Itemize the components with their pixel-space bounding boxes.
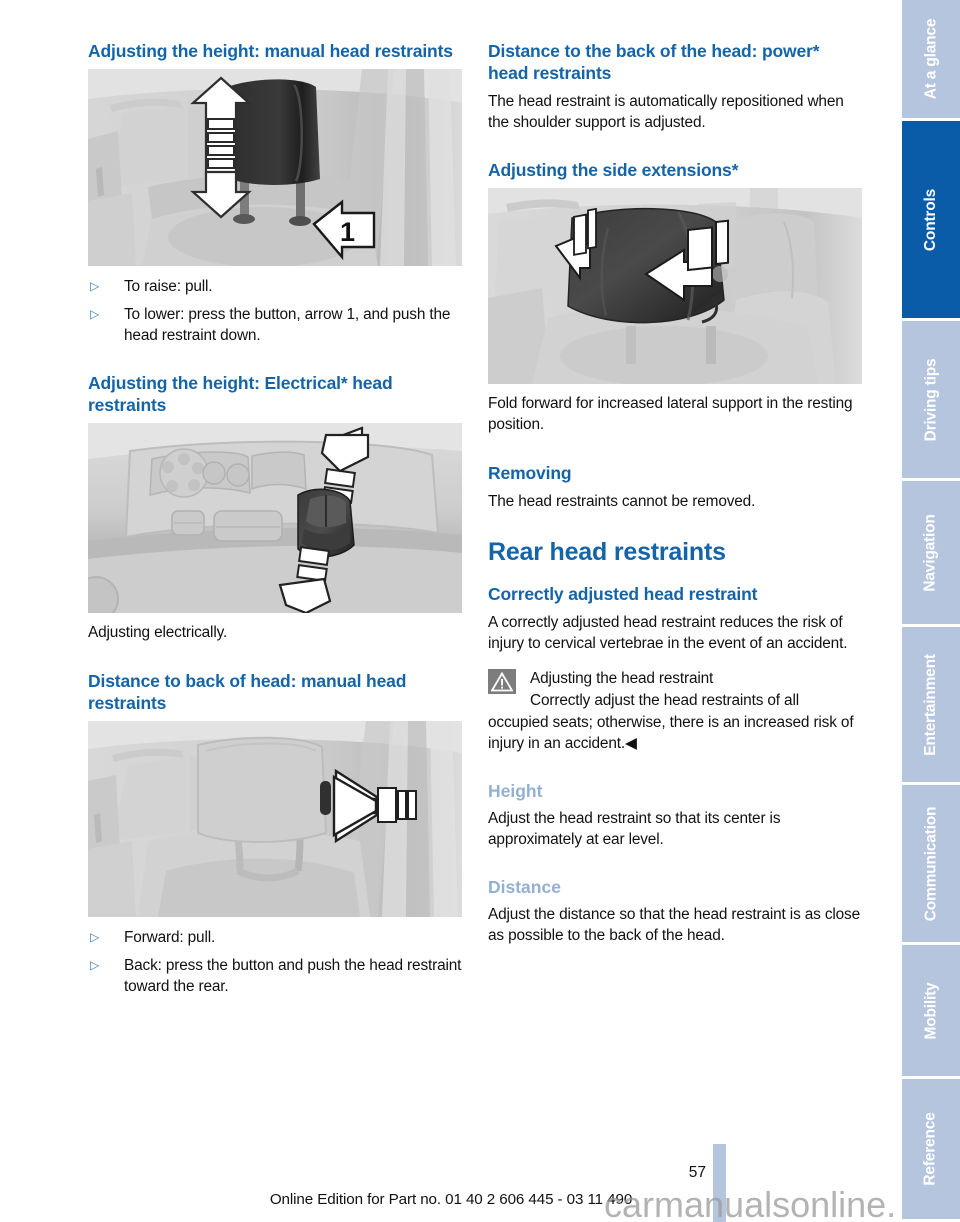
caption-adjusting-electrically: Adjusting electrically. xyxy=(88,624,228,642)
triangle-bullet-icon: ▷ xyxy=(90,957,100,972)
warning-body: Correctly adjust the head restraints of … xyxy=(488,690,862,753)
paragraph-correctly-adjusted: A correctly adjusted head restraint redu… xyxy=(488,614,848,653)
tab-label: Controls xyxy=(922,188,939,251)
left-column: Adjusting the height: manual head restra… xyxy=(88,40,462,1004)
paragraph-distance: Adjust the distance so that the head res… xyxy=(488,906,861,945)
tab-mobility[interactable]: Mobility xyxy=(902,945,960,1079)
tab-at-a-glance[interactable]: At a glance xyxy=(902,0,960,121)
tab-label: Reference xyxy=(922,1112,940,1186)
heading-correctly-adjusted: Correctly adjusted head restraint xyxy=(488,584,758,605)
right-column: Distance to the back of the head: power*… xyxy=(488,40,862,948)
warning-end-mark: ◀ xyxy=(625,734,637,752)
list-item-text: Back: press the button and push the head… xyxy=(124,956,462,995)
heading-distance-back-of-head-manual: Distance to back of head: manual head re… xyxy=(88,670,407,713)
tab-entertainment[interactable]: Entertainment xyxy=(902,627,960,785)
heading-height: Height xyxy=(488,780,543,801)
tab-label: Driving tips xyxy=(922,358,940,441)
manual-head-restraint-height-figure: 1 xyxy=(88,69,462,267)
bullets-distance-manual: ▷ Forward: pull. ▷ Back: press the butto… xyxy=(88,927,462,997)
edition-line: Online Edition for Part no. 01 40 2 606 … xyxy=(269,1191,633,1208)
tab-label: At a glance xyxy=(922,18,939,100)
bullets-height-manual: ▷ To raise: pull. ▷ To lower: press the … xyxy=(88,276,462,346)
heading-adjusting-height-electrical: Adjusting the height: Electrical* head r… xyxy=(88,373,393,416)
side-extensions-figure xyxy=(488,188,862,385)
heading-removing: Removing xyxy=(488,462,572,483)
heading-distance-power: Distance to the back of the head: power*… xyxy=(488,41,820,84)
tab-label: Navigation xyxy=(922,513,940,592)
page-edge-marker xyxy=(713,1144,726,1222)
manual-page: Adjusting the height: manual head restra… xyxy=(0,0,960,1222)
electrical-seat-switch-figure xyxy=(88,423,462,614)
triangle-bullet-icon: ▷ xyxy=(90,929,100,944)
manual-head-restraint-distance-figure xyxy=(88,720,462,917)
tab-label: Communication xyxy=(922,806,940,921)
list-item: ▷ To raise: pull. xyxy=(88,276,462,297)
tab-driving-tips[interactable]: Driving tips xyxy=(902,321,960,481)
paragraph-fold-forward: Fold forward for increased lateral suppo… xyxy=(488,395,853,434)
page-number: 57 xyxy=(688,1164,706,1181)
tab-controls[interactable]: Controls xyxy=(902,121,960,321)
tab-label: Mobility xyxy=(921,982,939,1039)
list-item: ▷ To lower: press the button, arrow 1, a… xyxy=(88,304,462,346)
warning-triangle-icon xyxy=(488,669,516,695)
tab-communication[interactable]: Communication xyxy=(902,785,960,945)
svg-text:1: 1 xyxy=(340,217,355,247)
chapter-heading-rear-head-restraints: Rear head restraints xyxy=(488,537,726,566)
heading-distance: Distance xyxy=(488,877,561,897)
warning-body-text: Correctly adjust the head restraints of … xyxy=(488,692,854,752)
list-item: ▷ Forward: pull. xyxy=(88,927,462,948)
tab-reference[interactable]: Reference xyxy=(902,1079,960,1222)
paragraph-power-head-restraint: The head restraint is automatically repo… xyxy=(488,93,844,132)
warning-note: Adjusting the head restraint Correctly a… xyxy=(488,668,862,753)
tab-label: Entertainment xyxy=(922,653,940,756)
paragraph-height: Adjust the head restraint so that its ce… xyxy=(488,809,781,848)
triangle-bullet-icon: ▷ xyxy=(90,307,100,322)
page-footer: 57 Online Edition for Part no. 01 40 2 6… xyxy=(0,1144,902,1222)
heading-adjusting-height-manual: Adjusting the height: manual head restra… xyxy=(88,41,453,61)
warning-title: Adjusting the head restraint xyxy=(530,670,714,688)
list-item-text: Forward: pull. xyxy=(124,928,216,946)
chapter-tab-bar: At a glance Controls Driving tips Navigatio… xyxy=(902,0,960,1222)
list-item-text: To lower: press the button, arrow 1, and… xyxy=(124,306,451,345)
heading-side-extensions: Adjusting the side extensions* xyxy=(488,160,739,181)
list-item-text: To raise: pull. xyxy=(124,278,213,296)
paragraph-removing: The head restraints cannot be removed. xyxy=(488,492,756,510)
tab-navigation[interactable]: Navigation xyxy=(902,481,960,627)
list-item: ▷ Back: press the button and push the he… xyxy=(88,955,462,997)
triangle-bullet-icon: ▷ xyxy=(90,279,100,294)
